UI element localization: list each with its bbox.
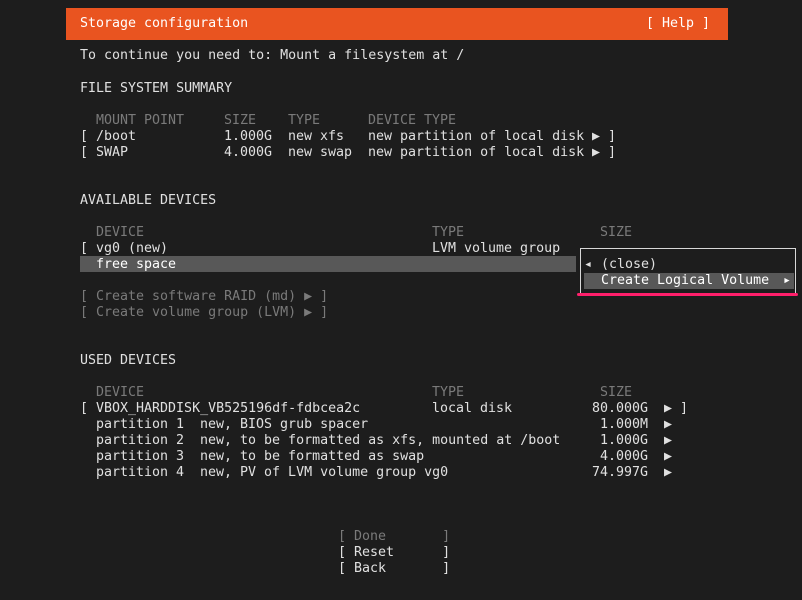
used-col-size: SIZE: [600, 385, 633, 400]
partition-desc: new, PV of LVM volume group vg0: [200, 465, 449, 480]
disk-name: VBOX_HARDDISK_VB525196df-fdbcea2c: [96, 401, 361, 416]
disk-type: local disk: [432, 401, 513, 416]
fs-col-device-type: DEVICE TYPE: [368, 113, 457, 128]
partition-name: partition 2: [96, 433, 185, 448]
row-menu-arrow-icon[interactable]: ▶: [664, 417, 672, 433]
fs-col-mount: MOUNT POINT: [96, 113, 185, 128]
create-logical-volume-label: Create Logical Volume: [601, 273, 770, 288]
fs-col-size: SIZE: [224, 113, 257, 128]
back-button[interactable]: [ Back ]: [338, 561, 450, 577]
row-menu-arrow-icon[interactable]: ▶ ]: [592, 145, 616, 161]
create-vg-button[interactable]: [ Create volume group (LVM) ▶ ]: [80, 305, 328, 321]
done-button[interactable]: [ Done ]: [338, 529, 450, 545]
reset-button[interactable]: [ Reset ]: [338, 545, 450, 561]
disk-size: 80.000G: [592, 401, 649, 416]
avail-col-device: DEVICE: [96, 225, 145, 240]
mount-point: SWAP: [96, 145, 129, 160]
fs-col-type: TYPE: [288, 113, 321, 128]
vg-name: vg0 (new): [96, 241, 169, 256]
row-menu-arrow-icon[interactable]: ▶ ]: [592, 129, 616, 145]
annotation-underline: [577, 293, 798, 296]
row-bracket: [: [80, 145, 89, 160]
row-menu-arrow-icon[interactable]: ▶: [664, 465, 672, 481]
create-raid-button[interactable]: [ Create software RAID (md) ▶ ]: [80, 289, 328, 305]
partition-desc: new, BIOS grub spacer: [200, 417, 369, 432]
partition-size: 74.997G: [592, 465, 649, 480]
used-devices-heading: USED DEVICES: [80, 353, 177, 368]
vg-type: LVM volume group: [432, 241, 561, 256]
help-button[interactable]: [ Help ]: [646, 16, 710, 32]
back-arrow-icon[interactable]: ◂: [584, 257, 592, 273]
installer-screen: Storage configuration [ Help ] To contin…: [0, 0, 802, 600]
size: 1.000G: [224, 129, 273, 144]
partition-name: partition 1: [96, 417, 185, 432]
avail-col-type: TYPE: [432, 225, 465, 240]
partition-name: partition 3: [96, 449, 185, 464]
mount-point: /boot: [96, 129, 137, 144]
fs-type: new swap: [288, 145, 353, 160]
avail-col-size: SIZE: [600, 225, 633, 240]
used-col-device: DEVICE: [96, 385, 145, 400]
available-devices-heading: AVAILABLE DEVICES: [80, 193, 217, 208]
partition-desc: new, to be formatted as swap: [200, 449, 425, 464]
row-bracket: [: [80, 401, 89, 416]
row-menu-arrow-icon[interactable]: ▶: [664, 449, 672, 465]
size: 4.000G: [224, 145, 273, 160]
device-type: new partition of local disk: [368, 129, 585, 144]
row-bracket: [: [80, 129, 89, 144]
row-menu-arrow-icon[interactable]: ▶: [664, 433, 672, 449]
close-menu-item[interactable]: (close): [601, 257, 657, 273]
fs-summary-heading: FILE SYSTEM SUMMARY: [80, 81, 233, 96]
header-bar: Storage configuration [ Help ]: [66, 8, 728, 40]
device-type: new partition of local disk: [368, 145, 585, 160]
row-menu-arrow-icon[interactable]: ▶ ]: [664, 401, 688, 417]
page-title: Storage configuration: [80, 16, 249, 31]
free-space-label: free space: [96, 257, 177, 272]
action-popup-menu: ◂ (close) Create Logical Volume ▸: [580, 248, 796, 296]
fs-type: new xfs: [288, 129, 345, 144]
used-col-type: TYPE: [432, 385, 465, 400]
partition-size: 1.000M: [600, 417, 649, 432]
instruction-text: To continue you need to: Mount a filesys…: [80, 48, 465, 63]
partition-name: partition 4: [96, 465, 185, 480]
row-bracket: [: [80, 241, 89, 256]
submenu-arrow-icon: ▸: [783, 273, 792, 288]
partition-size: 1.000G: [600, 433, 649, 448]
partition-desc: new, to be formatted as xfs, mounted at …: [200, 433, 561, 448]
partition-size: 4.000G: [600, 449, 649, 464]
